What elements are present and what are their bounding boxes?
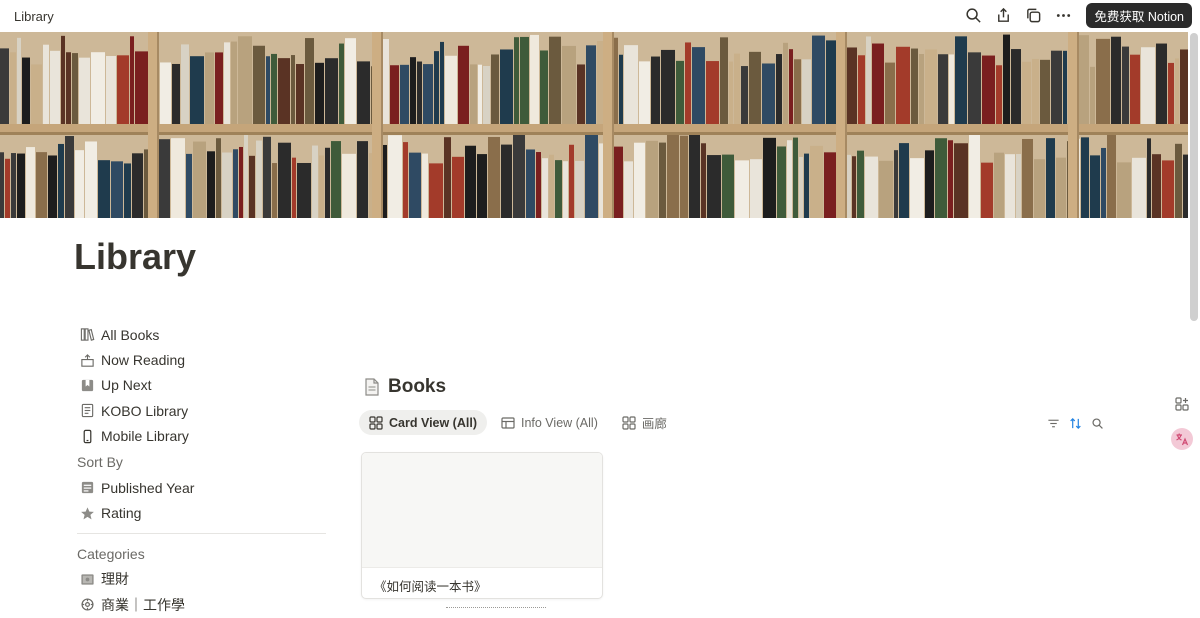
library-nav: All Books Now Reading Up Next KOBO Libra… bbox=[77, 322, 327, 618]
filter-icon[interactable] bbox=[1046, 416, 1060, 430]
phone-icon bbox=[79, 428, 95, 444]
sort-by-heading: Sort By bbox=[77, 453, 123, 470]
tab-card-view[interactable]: Card View (All) bbox=[359, 410, 487, 435]
bookshelf-illustration bbox=[0, 32, 1188, 218]
nav-item-now-reading[interactable]: Now Reading bbox=[77, 347, 327, 372]
get-notion-button[interactable]: 免费获取 Notion bbox=[1086, 3, 1192, 28]
topbar-actions: 免费获取 Notion bbox=[962, 3, 1192, 28]
nav-item-label: Rating bbox=[101, 505, 142, 522]
translate-icon[interactable] bbox=[1171, 428, 1193, 450]
duplicate-icon[interactable] bbox=[1022, 5, 1044, 27]
book-card[interactable]: 《如何阅读一本书》 bbox=[361, 452, 603, 599]
tab-gallery[interactable]: 画廊 bbox=[612, 410, 677, 435]
gear-icon bbox=[79, 597, 95, 613]
view-tabs: Card View (All) Info View (All) 画廊 bbox=[359, 410, 677, 435]
nav-item-label: Now Reading bbox=[101, 352, 186, 369]
nav-item-all-books[interactable]: All Books bbox=[77, 322, 327, 347]
breadcrumb[interactable]: Library bbox=[14, 9, 54, 24]
more-icon[interactable] bbox=[1052, 5, 1074, 27]
books-icon bbox=[79, 327, 95, 343]
nav-item-label: Published Year bbox=[101, 479, 195, 496]
nav-item-label: All Books bbox=[101, 326, 160, 343]
nav-item-finance[interactable]: 理財 bbox=[77, 567, 327, 592]
nav-item-up-next[interactable]: Up Next bbox=[77, 373, 327, 398]
sort-icon[interactable] bbox=[1068, 416, 1082, 430]
cover-image bbox=[0, 32, 1188, 218]
divider bbox=[77, 532, 326, 534]
nav-item-label: 商業｜工作學 bbox=[101, 596, 185, 613]
nav-item-label: 理財 bbox=[101, 571, 129, 588]
apps-icon[interactable] bbox=[1171, 393, 1193, 415]
card-preview bbox=[362, 453, 602, 568]
nav-item-label: Up Next bbox=[101, 377, 152, 394]
document-icon bbox=[79, 403, 95, 419]
search-icon[interactable] bbox=[962, 5, 984, 27]
gallery-icon bbox=[622, 415, 636, 430]
nav-item-rating[interactable]: Rating bbox=[77, 500, 327, 525]
tab-info-view[interactable]: Info View (All) bbox=[491, 410, 608, 435]
view-tools bbox=[1046, 416, 1104, 430]
database-title[interactable]: Books bbox=[364, 376, 446, 398]
scrollbar[interactable] bbox=[1190, 33, 1198, 321]
tab-label: Info View (All) bbox=[520, 415, 598, 430]
open-box-icon bbox=[79, 352, 95, 368]
bookmark-icon bbox=[79, 377, 95, 393]
tab-label: Card View (All) bbox=[389, 415, 477, 430]
share-icon[interactable] bbox=[992, 5, 1014, 27]
search-icon[interactable] bbox=[1090, 416, 1104, 430]
gallery-icon bbox=[369, 415, 383, 430]
page-title: Library bbox=[74, 236, 197, 277]
nav-item-kobo-library[interactable]: KOBO Library bbox=[77, 398, 327, 423]
next-card-peek bbox=[446, 607, 546, 615]
money-icon bbox=[79, 571, 95, 587]
tab-label: 画廊 bbox=[641, 417, 667, 431]
document-icon bbox=[365, 378, 379, 396]
calendar-icon bbox=[79, 480, 95, 496]
nav-item-mobile-library[interactable]: Mobile Library bbox=[77, 424, 327, 449]
database-title-label: Books bbox=[388, 376, 447, 397]
categories-heading: Categories bbox=[77, 545, 145, 562]
table-icon bbox=[501, 416, 515, 430]
nav-item-label: KOBO Library bbox=[101, 402, 189, 419]
nav-item-label: Mobile Library bbox=[101, 428, 189, 445]
star-icon bbox=[79, 505, 95, 521]
top-bar: Library 免费获取 Notion bbox=[0, 0, 1200, 32]
card-title: 《如何阅读一本书》 bbox=[374, 580, 487, 594]
nav-item-published-year[interactable]: Published Year bbox=[77, 475, 327, 500]
nav-item-business[interactable]: 商業｜工作學 bbox=[77, 592, 327, 617]
